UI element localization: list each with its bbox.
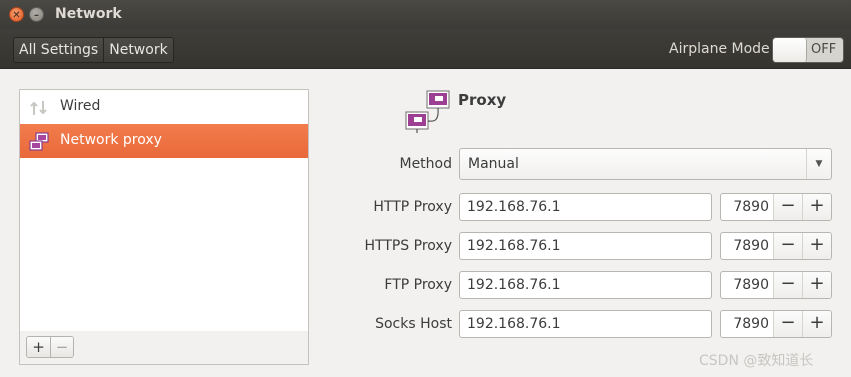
toggle-knob[interactable] xyxy=(773,38,807,62)
socks-port-increment-button[interactable]: + xyxy=(802,311,831,337)
watermark: CSDN @致知道长 xyxy=(699,353,814,369)
ftp-port-stepper[interactable]: 7890 − + xyxy=(720,271,832,299)
socks-host-label: Socks Host xyxy=(375,316,452,332)
https-port-decrement-button[interactable]: − xyxy=(773,233,802,259)
socks-host-input[interactable] xyxy=(460,311,700,337)
breadcrumb-all-settings[interactable]: All Settings xyxy=(14,38,104,62)
socks-host-field[interactable] xyxy=(459,310,712,338)
socks-port-value[interactable]: 7890 xyxy=(721,311,773,337)
ftp-proxy-label: FTP Proxy xyxy=(384,277,452,293)
breadcrumb: All Settings Network xyxy=(13,37,174,63)
method-value: Manual xyxy=(468,156,519,172)
close-window-button[interactable]: ✕ xyxy=(9,7,24,22)
https-proxy-label: HTTPS Proxy xyxy=(364,238,452,254)
ftp-port-increment-button[interactable]: + xyxy=(802,272,831,298)
http-port-stepper[interactable]: 7890 − + xyxy=(720,193,832,221)
airplane-mode-toggle[interactable]: OFF xyxy=(772,37,844,63)
network-settings-window: ✕ – Network All Settings Network Airplan… xyxy=(0,0,851,377)
http-proxy-field[interactable] xyxy=(459,193,712,221)
https-port-stepper[interactable]: 7890 − + xyxy=(720,232,832,260)
ftp-proxy-field[interactable] xyxy=(459,271,712,299)
title-bar: ✕ – Network xyxy=(0,0,851,29)
sidebar-item-label: Network proxy xyxy=(60,132,162,148)
http-proxy-label: HTTP Proxy xyxy=(373,199,452,215)
http-proxy-input[interactable] xyxy=(460,194,700,220)
window-title: Network xyxy=(55,6,122,22)
http-port-value[interactable]: 7890 xyxy=(721,194,773,220)
ftp-port-decrement-button[interactable]: − xyxy=(773,272,802,298)
ftp-port-value[interactable]: 7890 xyxy=(721,272,773,298)
proxy-icon xyxy=(405,90,450,133)
add-remove-group: + − xyxy=(26,336,74,358)
method-label: Method xyxy=(399,156,452,172)
http-port-decrement-button[interactable]: − xyxy=(773,194,802,220)
connection-list-toolbar: + − xyxy=(19,331,309,365)
network-proxy-icon xyxy=(29,132,49,151)
https-proxy-input[interactable] xyxy=(460,233,700,259)
breadcrumb-network[interactable]: Network xyxy=(103,38,173,62)
toolbar: All Settings Network Airplane Mode OFF xyxy=(0,29,851,69)
sidebar-item-label: Wired xyxy=(60,98,101,114)
remove-connection-button[interactable]: − xyxy=(50,337,73,357)
minimize-window-button[interactable]: – xyxy=(29,7,44,22)
sidebar-item-wired[interactable]: Wired xyxy=(20,90,308,124)
https-proxy-field[interactable] xyxy=(459,232,712,260)
toggle-state-text: OFF xyxy=(811,42,837,57)
method-select[interactable]: Manual ▼ xyxy=(459,148,832,180)
chevron-down-icon[interactable]: ▼ xyxy=(806,149,831,179)
https-port-value[interactable]: 7890 xyxy=(721,233,773,259)
socks-port-decrement-button[interactable]: − xyxy=(773,311,802,337)
add-connection-button[interactable]: + xyxy=(27,337,50,357)
network-wired-icon xyxy=(30,101,47,115)
socks-port-stepper[interactable]: 7890 − + xyxy=(720,310,832,338)
ftp-proxy-input[interactable] xyxy=(460,272,700,298)
sidebar-item-network-proxy[interactable]: Network proxy xyxy=(20,124,308,158)
airplane-mode-label: Airplane Mode xyxy=(669,41,770,57)
connection-list: Wired Network proxy xyxy=(19,89,309,332)
http-port-increment-button[interactable]: + xyxy=(802,194,831,220)
proxy-title: Proxy xyxy=(458,91,507,109)
https-port-increment-button[interactable]: + xyxy=(802,233,831,259)
